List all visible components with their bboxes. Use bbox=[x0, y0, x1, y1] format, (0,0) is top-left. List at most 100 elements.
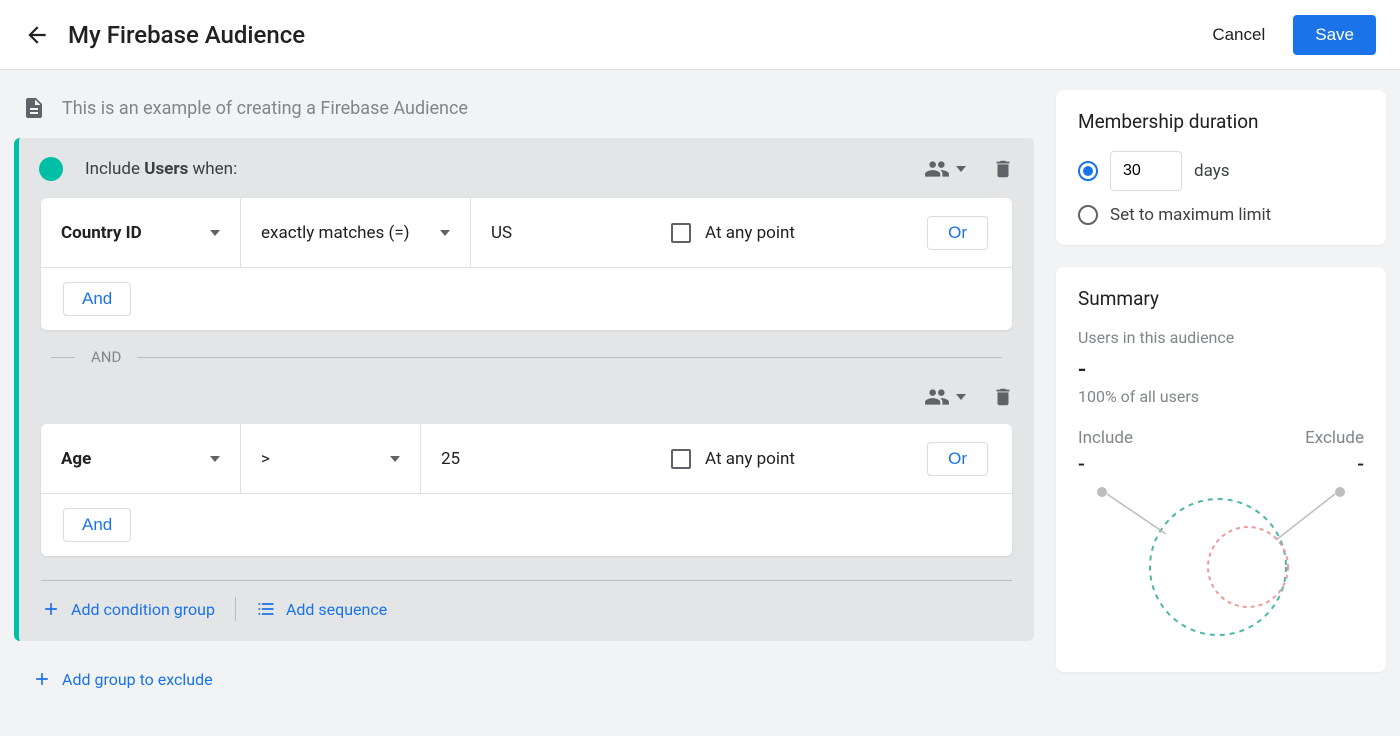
summary-percentage: 100% of all users bbox=[1078, 387, 1364, 406]
and-button[interactable]: And bbox=[63, 282, 131, 316]
add-exclude-group-link[interactable]: Add group to exclude bbox=[14, 641, 1034, 689]
membership-title: Membership duration bbox=[1078, 110, 1364, 133]
venn-labels: Include Exclude bbox=[1078, 428, 1364, 448]
duration-input[interactable] bbox=[1110, 151, 1182, 191]
description-icon bbox=[22, 96, 46, 120]
add-actions-row: Add condition group Add sequence bbox=[19, 581, 1034, 641]
max-limit-label: Set to maximum limit bbox=[1110, 205, 1271, 225]
description-text[interactable]: This is an example of creating a Firebas… bbox=[62, 98, 468, 119]
operator-select[interactable]: > bbox=[241, 424, 421, 493]
condition-card: Country ID exactly matches (=) US At any… bbox=[41, 198, 1012, 330]
condition-card: Age > 25 At any point Or bbox=[41, 424, 1012, 556]
include-group: Include Users when: Country ID bbox=[14, 138, 1034, 641]
group-actions bbox=[924, 384, 1014, 410]
summary-card: Summary Users in this audience - 100% of… bbox=[1056, 267, 1386, 672]
or-button[interactable]: Or bbox=[927, 442, 988, 476]
add-sequence-link[interactable]: Add sequence bbox=[256, 599, 387, 619]
or-button[interactable]: Or bbox=[927, 216, 988, 250]
trash-icon bbox=[992, 158, 1014, 180]
dimension-label: Country ID bbox=[61, 223, 142, 243]
right-panel: Membership duration days Set to maximum … bbox=[1056, 90, 1386, 736]
include-label: Include bbox=[1078, 428, 1133, 448]
condition-row: Country ID exactly matches (=) US At any… bbox=[41, 198, 1012, 268]
or-cell: Or bbox=[927, 216, 1012, 250]
dimension-label: Age bbox=[61, 449, 91, 469]
plus-icon bbox=[32, 669, 52, 689]
anypoint-cell: At any point bbox=[651, 198, 927, 267]
group-indicator-dot bbox=[39, 157, 63, 181]
chevron-down-icon bbox=[210, 456, 220, 462]
group-title: Include Users when: bbox=[85, 159, 924, 179]
chevron-down-icon bbox=[956, 394, 966, 400]
operator-label: exactly matches (=) bbox=[261, 223, 410, 243]
chevron-down-icon bbox=[210, 230, 220, 236]
add-sequence-label: Add sequence bbox=[286, 600, 387, 619]
exclude-label: Exclude bbox=[1305, 428, 1364, 448]
group-actions bbox=[924, 156, 1014, 182]
summary-users-count: - bbox=[1078, 355, 1364, 383]
header-bar: My Firebase Audience Cancel Save bbox=[0, 0, 1400, 70]
scope-dropdown[interactable] bbox=[924, 156, 966, 182]
anypoint-checkbox[interactable] bbox=[671, 449, 691, 469]
delete-group-button[interactable] bbox=[992, 158, 1014, 180]
add-condition-group-label: Add condition group bbox=[71, 600, 215, 619]
value-text: 25 bbox=[441, 449, 460, 469]
add-exclude-group-label: Add group to exclude bbox=[62, 670, 213, 689]
separator-line bbox=[51, 357, 75, 358]
group-header-2 bbox=[19, 384, 1034, 424]
venn-diagram bbox=[1078, 482, 1364, 652]
page-title: My Firebase Audience bbox=[68, 21, 1212, 49]
dimension-select[interactable]: Age bbox=[41, 424, 241, 493]
summary-subtitle: Users in this audience bbox=[1078, 328, 1364, 347]
back-button[interactable] bbox=[24, 22, 50, 48]
description-row: This is an example of creating a Firebas… bbox=[14, 90, 1034, 138]
plus-icon bbox=[41, 599, 61, 619]
and-row: And bbox=[41, 268, 1012, 330]
people-icon bbox=[924, 156, 950, 182]
include-prefix: Include bbox=[85, 159, 144, 179]
include-bold: Users bbox=[144, 159, 188, 179]
add-condition-group-link[interactable]: Add condition group bbox=[41, 599, 215, 619]
arrow-left-icon bbox=[24, 22, 50, 48]
cancel-button[interactable]: Cancel bbox=[1212, 25, 1265, 45]
content-area: This is an example of creating a Firebas… bbox=[0, 70, 1400, 736]
duration-option: days bbox=[1078, 151, 1364, 191]
value-text: US bbox=[491, 223, 512, 243]
separator-line bbox=[137, 357, 1002, 358]
dimension-select[interactable]: Country ID bbox=[41, 198, 241, 267]
operator-label: > bbox=[261, 449, 270, 469]
and-row: And bbox=[41, 494, 1012, 556]
scope-dropdown[interactable] bbox=[924, 384, 966, 410]
or-cell: Or bbox=[927, 442, 1012, 476]
anypoint-cell: At any point bbox=[651, 424, 927, 493]
anypoint-label: At any point bbox=[705, 223, 795, 243]
chevron-down-icon bbox=[390, 456, 400, 462]
days-label: days bbox=[1194, 161, 1230, 181]
max-limit-radio[interactable] bbox=[1078, 205, 1098, 225]
trash-icon bbox=[992, 386, 1014, 408]
save-button[interactable]: Save bbox=[1293, 15, 1376, 55]
summary-title: Summary bbox=[1078, 287, 1364, 310]
max-limit-option: Set to maximum limit bbox=[1078, 205, 1364, 225]
include-value: - bbox=[1078, 452, 1085, 476]
value-input[interactable]: US bbox=[471, 198, 651, 267]
include-suffix: when: bbox=[188, 159, 237, 179]
venn-svg bbox=[1078, 482, 1364, 652]
sequence-icon bbox=[256, 599, 276, 619]
separator-label: AND bbox=[91, 348, 121, 366]
duration-radio[interactable] bbox=[1078, 161, 1098, 181]
and-button[interactable]: And bbox=[63, 508, 131, 542]
chevron-down-icon bbox=[440, 230, 450, 236]
anypoint-checkbox[interactable] bbox=[671, 223, 691, 243]
operator-select[interactable]: exactly matches (=) bbox=[241, 198, 471, 267]
chevron-down-icon bbox=[956, 166, 966, 172]
venn-values: - - bbox=[1078, 452, 1364, 476]
value-input[interactable]: 25 bbox=[421, 424, 651, 493]
membership-card: Membership duration days Set to maximum … bbox=[1056, 90, 1386, 245]
condition-row: Age > 25 At any point Or bbox=[41, 424, 1012, 494]
left-panel: This is an example of creating a Firebas… bbox=[14, 90, 1034, 736]
delete-group-button[interactable] bbox=[992, 386, 1014, 408]
people-icon bbox=[924, 384, 950, 410]
anypoint-label: At any point bbox=[705, 449, 795, 469]
exclude-value: - bbox=[1357, 452, 1364, 476]
